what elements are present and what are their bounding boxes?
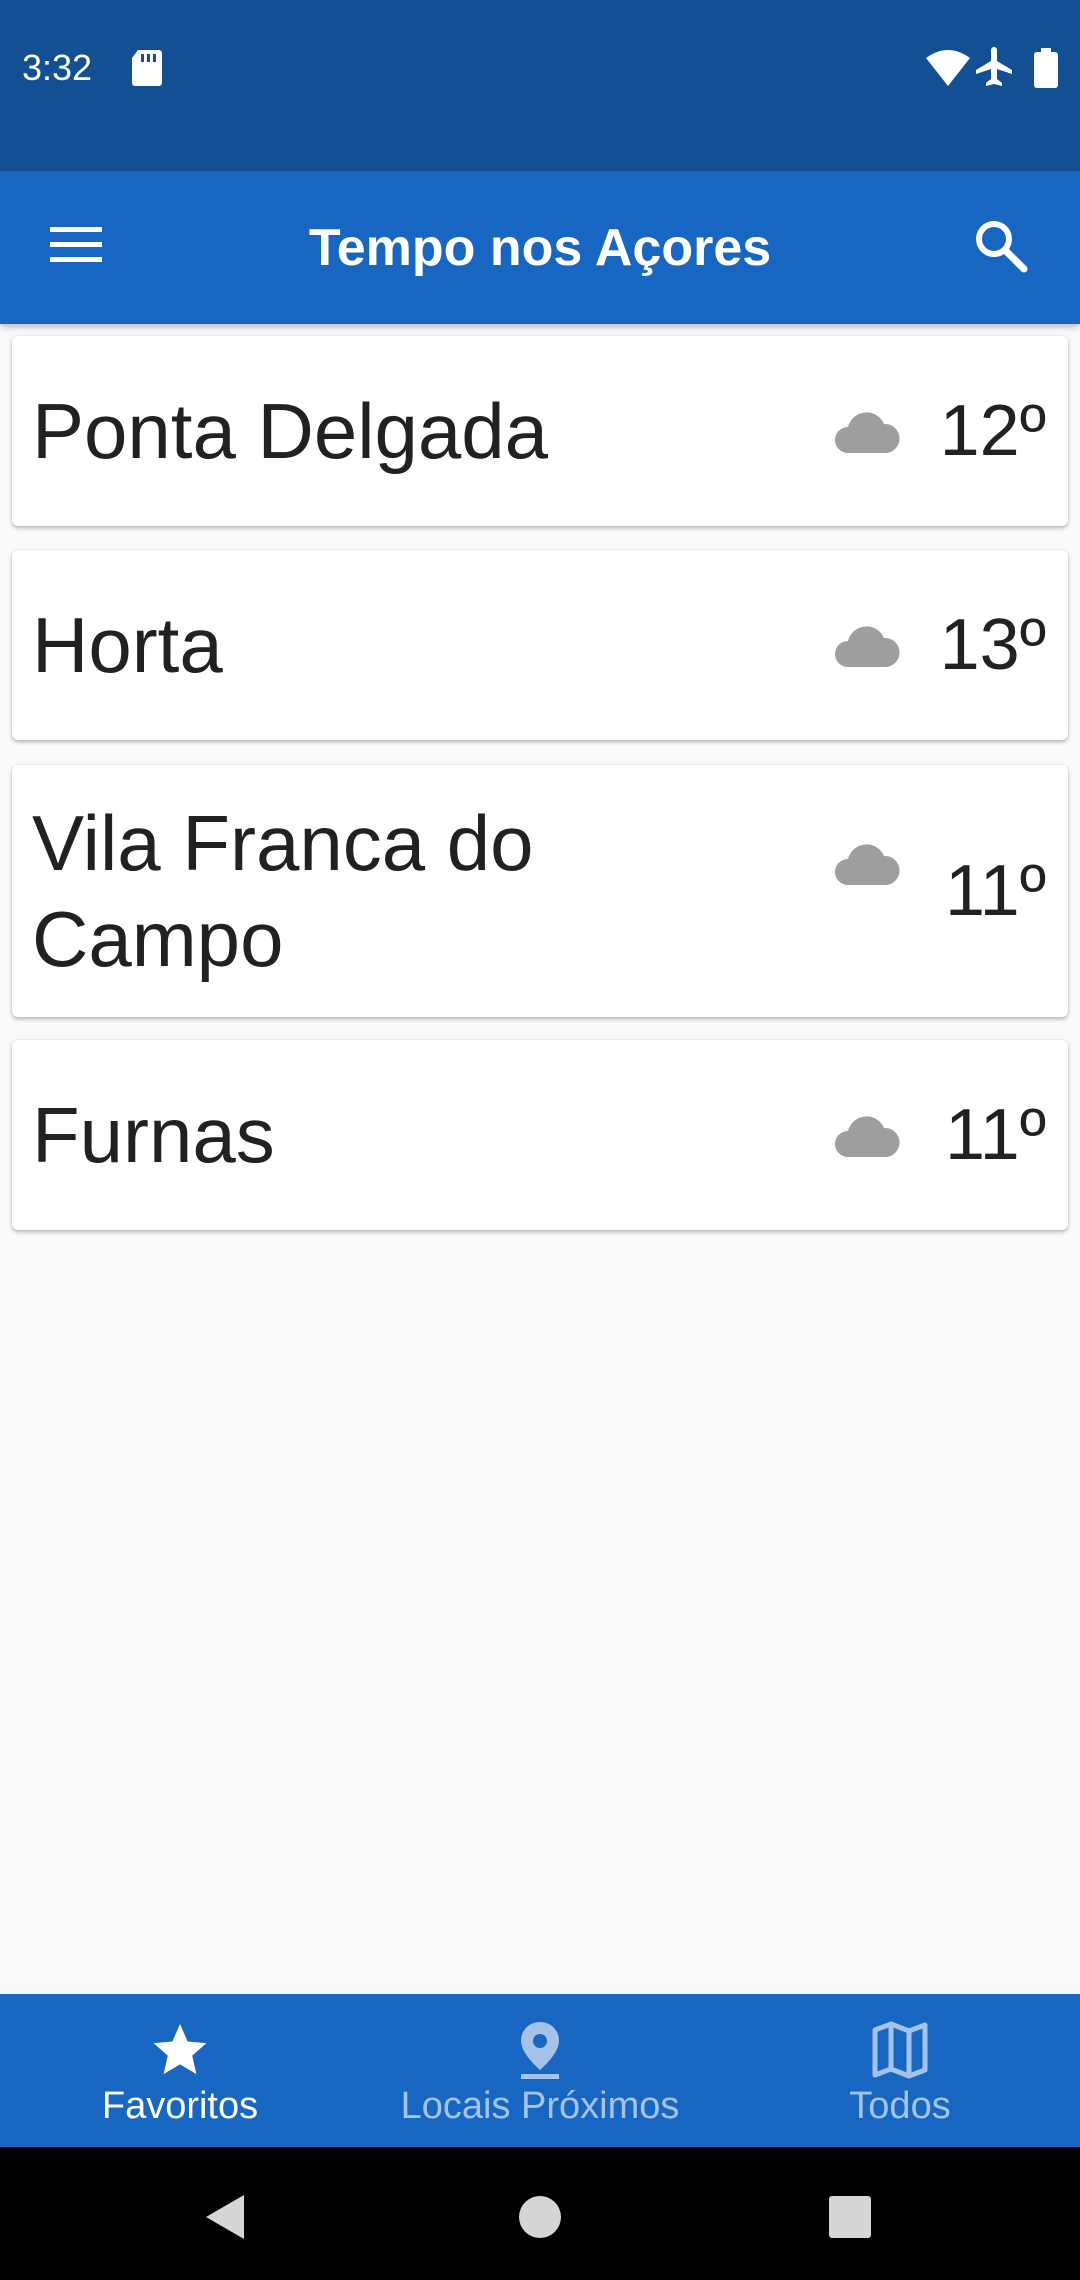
status-time: 3:32 (22, 47, 93, 88)
cloud-icon (835, 1116, 900, 1157)
tab-label: Todos (849, 2085, 951, 2127)
wifi-icon (926, 50, 970, 86)
search-icon (976, 221, 1028, 273)
star-icon (153, 2024, 207, 2075)
app-title: Tempo nos Açores (308, 219, 772, 277)
home-button[interactable] (510, 2187, 570, 2247)
location-name: Furnas (32, 1091, 275, 1179)
recents-button[interactable] (820, 2187, 880, 2247)
location-card[interactable]: Vila Franca do Campo 11º (12, 765, 1068, 1017)
bottom-navigation: Favoritos Locais Próximos Todos (0, 1994, 1080, 2147)
location-name: Ponta Delgada (32, 387, 549, 475)
location-card[interactable]: Ponta Delgada 12º (12, 336, 1068, 526)
location-temperature: 12º (939, 391, 1046, 471)
search-button[interactable] (966, 211, 1036, 281)
tab-favoritos[interactable]: Favoritos (0, 1994, 360, 2147)
location-card[interactable]: Furnas 11º (12, 1040, 1068, 1230)
tab-label: Favoritos (101, 2085, 259, 2127)
location-name: Vila Franca do Campo (32, 799, 534, 983)
status-bar: 3:32 (0, 0, 1080, 171)
tab-locais-proximos[interactable]: Locais Próximos (360, 1994, 720, 2147)
battery-icon (1034, 48, 1058, 88)
location-temperature: 11º (944, 851, 1046, 931)
location-temperature: 11º (944, 1095, 1046, 1175)
system-navigation-bar (0, 2147, 1080, 2280)
recents-icon (829, 2196, 871, 2238)
cloud-icon (835, 412, 900, 453)
cloud-icon (835, 844, 900, 885)
airplane-mode-icon (974, 47, 1014, 87)
app-bar: Tempo nos Açores (0, 171, 1080, 324)
location-temperature: 13º (939, 605, 1046, 685)
home-icon (519, 2196, 561, 2238)
location-name: Horta (32, 601, 223, 689)
location-pin-icon (521, 2022, 559, 2079)
tab-label: Locais Próximos (400, 2085, 680, 2127)
back-button[interactable] (196, 2187, 256, 2247)
back-icon (206, 2195, 244, 2239)
map-icon (872, 2021, 928, 2079)
sd-card-icon (132, 50, 162, 86)
cloud-icon (835, 626, 900, 667)
location-card[interactable]: Horta 13º (12, 550, 1068, 740)
tab-todos[interactable]: Todos (720, 1994, 1080, 2147)
